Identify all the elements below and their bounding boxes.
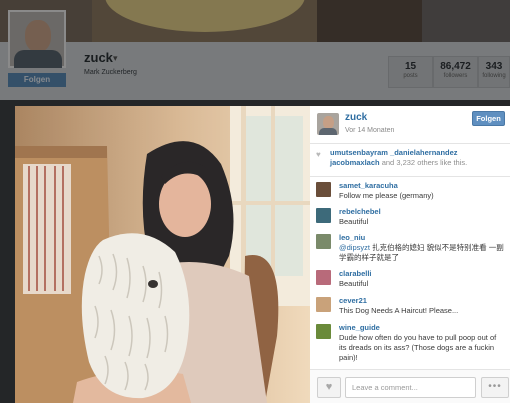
commenter-username[interactable]: samet_karacuha (339, 181, 398, 190)
comment-text: Beautiful (339, 217, 369, 226)
author-avatar[interactable] (317, 113, 339, 135)
comment-text: Beautiful (339, 279, 369, 288)
comment-list: samet_karacuha Follow me please (germany… (310, 177, 510, 369)
comment-text: This Dog Needs A Haircut! Please... (339, 306, 459, 315)
liker-username[interactable]: jacobmaxlach (330, 158, 380, 167)
photo-lightbox: zuck Vor 14 Monaten Folgen ♥ umutsenbayr… (15, 106, 510, 403)
post-photo[interactable] (15, 106, 310, 403)
commenter-username[interactable]: leo_niu (339, 233, 365, 242)
commenter-avatar[interactable] (316, 324, 331, 339)
commenter-avatar[interactable] (316, 297, 331, 312)
comment-text: Follow me please (germany) (339, 191, 434, 200)
heart-icon: ♥ (316, 150, 321, 159)
likes-others-text: others like this. (417, 158, 468, 167)
comment-mention[interactable]: @dipsyzt (339, 243, 370, 252)
commenter-username[interactable]: cever21 (339, 296, 367, 305)
comment-text: Dude how often do you have to pull poop … (339, 333, 497, 362)
likes-summary: ♥ umutsenbayram _danielahernandez jacobm… (310, 144, 510, 177)
comment-text: @dipsyzt 扎克伯格的媳妇 貌似不是特别准看 一副学霸的样子就是了 (339, 243, 504, 263)
commenter-username[interactable]: wine_guide (339, 323, 380, 332)
post-header: zuck Vor 14 Monaten Folgen (310, 106, 510, 144)
liker-username[interactable]: umutsenbayram (330, 148, 388, 157)
commenter-avatar[interactable] (316, 234, 331, 249)
commenter-avatar[interactable] (316, 182, 331, 197)
comment-input[interactable] (345, 377, 476, 398)
follow-button[interactable]: Folgen (472, 111, 505, 126)
commenter-username[interactable]: rebelchebel (339, 207, 381, 216)
post-details-panel: zuck Vor 14 Monaten Folgen ♥ umutsenbayr… (310, 106, 510, 403)
commenter-avatar[interactable] (316, 270, 331, 285)
more-options-icon[interactable]: ••• (481, 377, 509, 398)
author-username[interactable]: zuck (345, 112, 367, 123)
post-photo-illustration (15, 106, 310, 403)
heart-icon: ♥ (325, 381, 333, 393)
post-timestamp: Vor 14 Monaten (345, 127, 395, 134)
liker-username[interactable]: _danielahernandez (390, 148, 458, 157)
commenter-avatar[interactable] (316, 208, 331, 223)
likes-and-text: and (381, 158, 395, 167)
like-button[interactable]: ♥ (317, 377, 341, 398)
comment-footer: ♥ ••• (310, 369, 510, 403)
likes-others-count[interactable]: 3,232 (396, 158, 415, 167)
commenter-username[interactable]: clarabelli (339, 269, 372, 278)
